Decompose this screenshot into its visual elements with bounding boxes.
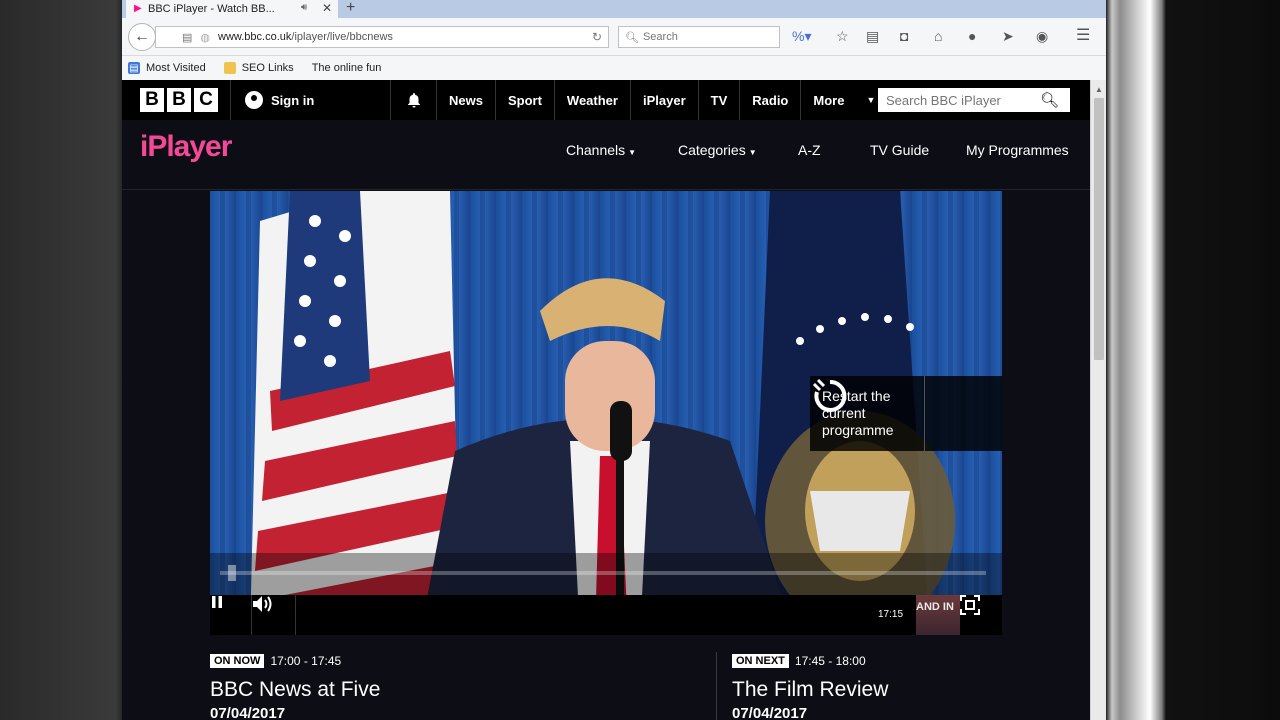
nav-categories[interactable]: Categories ▼ [678,142,757,158]
notifications-bell-icon[interactable] [390,80,436,120]
player-controls: 17:15 AND IN [210,595,1002,635]
tab-strip: ▶ BBC iPlayer - Watch BB... 🔊︎ ✕ + [122,0,1106,18]
fullscreen-button[interactable] [960,595,1002,635]
bookmark-seo-links[interactable]: SEO Links [223,62,294,74]
url-path: /iplayer/live/bbcnews [291,31,393,43]
browser-search-box[interactable]: 🔍︎ [618,26,780,48]
browser-search-input[interactable] [642,31,763,43]
back-button[interactable]: ← [128,23,156,51]
on-now-title[interactable]: BBC News at Five [210,678,380,702]
bbc-search-input[interactable] [878,92,1038,108]
url-domain: www.bbc.co.uk [218,31,292,43]
on-now-badge: ON NOW [210,653,265,668]
nav-more[interactable]: More ▼ [800,80,887,120]
iplayer-header: iPlayer Channels ▼ Categories ▼ A-Z TV Gui… [122,120,1090,190]
url-text: www.bbc.co.uk/iplayer/live/bbcnews [218,31,393,43]
new-tab-plus-icon[interactable]: + [346,0,355,17]
bookmark-star-icon[interactable]: ☆ [836,29,849,43]
search-icon: 🔍︎ [625,31,639,44]
url-bar[interactable]: ▤ ◍ www.bbc.co.uk/iplayer/live/bbcnews ↻ [155,26,609,48]
tab-title: BBC iPlayer - Watch BB... [148,3,275,15]
chevron-down-icon: ▼ [628,148,637,157]
back-arrow-icon: ← [134,28,150,45]
sign-in-button[interactable]: Sign in [230,80,390,120]
nav-channels[interactable]: Channels ▼ [566,142,636,158]
on-now-date: 07/04/2017 [210,705,286,720]
progress-track[interactable] [220,571,986,575]
on-now-panel[interactable]: ON NOW 17:00 - 17:45 BBC News at Five 07/… [210,652,380,720]
chevron-down-icon: ▼ [748,148,757,157]
current-time: 17:15 [878,609,904,620]
user-icon [245,91,263,109]
pocket-icon[interactable]: ◘ [900,29,908,43]
nav-sport[interactable]: Sport [494,80,554,120]
bbc-global-nav: B B C Sign in News Sport Weather iPlayer… [122,80,1090,120]
progress-handle[interactable] [227,565,236,581]
nav-tv-guide[interactable]: TV Guide [870,142,929,158]
bookmark-the-online-fun[interactable]: The online fun [312,62,382,74]
bbc-search-box[interactable]: 🔍︎ [878,88,1070,112]
folder-icon [223,62,236,74]
bookmarks-list-icon[interactable]: ▤ [866,29,879,43]
page-info-icon[interactable]: ▤ [182,31,192,44]
schedule-divider [716,652,717,720]
fullscreen-icon [960,595,980,615]
bookmarks-toolbar: ▤ Most Visited SEO Links The online fun [122,56,1106,80]
iplayer-favicon-icon: ▶ [134,3,142,14]
chevron-down-icon: ▼ [866,95,876,105]
volume-icon [253,596,272,612]
nav-news[interactable]: News [436,80,495,120]
volume-button[interactable] [252,595,296,635]
progress-bar[interactable] [210,553,1002,595]
nav-a-z[interactable]: A-Z [798,142,821,158]
restart-divider [924,376,925,451]
most-visited-icon: ▤ [128,62,140,74]
on-next-time: 17:45 - 18:00 [794,653,866,668]
tab-bbc-iplayer[interactable]: ▶ BBC iPlayer - Watch BB... 🔊︎ ✕ [126,0,338,18]
nav-tv[interactable]: TV [697,80,740,120]
search-icon[interactable]: 🔍︎ [1040,91,1059,109]
nav-iplayer[interactable]: iPlayer [629,80,698,120]
bbc-logo[interactable]: B B C [140,88,218,112]
restart-programme-button[interactable]: Restart the current programme [810,376,1002,451]
page-content: B B C Sign in News Sport Weather iPlayer… [122,80,1090,720]
send-icon[interactable]: ➤ [1002,29,1014,43]
close-icon[interactable]: ✕ [322,1,332,15]
scrollbar-thumb[interactable] [1094,98,1104,360]
nav-weather[interactable]: Weather [553,80,630,120]
on-now-time: 17:00 - 17:45 [270,653,342,668]
vertical-scrollbar[interactable]: ▲ [1090,80,1106,720]
on-next-date: 07/04/2017 [732,705,808,720]
menu-hamburger-icon[interactable]: ☰ [1076,28,1090,44]
speaker-icon[interactable]: 🔊︎ [301,2,307,13]
scroll-up-arrow-icon[interactable]: ▲ [1095,85,1103,94]
on-next-panel[interactable]: ON NEXT 17:45 - 18:00 The Film Review 07/… [732,652,888,720]
pause-button[interactable] [210,595,252,635]
chat-icon[interactable]: ● [968,29,976,43]
home-icon[interactable]: ⌂ [934,29,942,43]
navigation-toolbar: ▤ ◍ www.bbc.co.uk/iplayer/live/bbcnews ↻… [122,18,1106,56]
video-player[interactable]: Restart the current programme 17:15 AND [210,191,1002,635]
extension-icon[interactable]: ◉ [1036,29,1048,43]
on-next-badge: ON NEXT [732,653,789,668]
iplayer-logo[interactable]: iPlayer [140,130,232,164]
addon-icon[interactable]: %▾ [792,29,811,43]
reload-icon[interactable]: ↻ [592,30,602,44]
bookmark-most-visited[interactable]: ▤ Most Visited [128,62,206,74]
on-next-title[interactable]: The Film Review [732,678,888,702]
globe-icon: ◍ [200,31,211,44]
preview-thumbnail: AND IN [916,595,960,635]
browser-window: ▶ BBC iPlayer - Watch BB... 🔊︎ ✕ + ▤ ◍ w… [122,0,1106,720]
bbc-nav-links: News Sport Weather iPlayer TV Radio More… [436,80,887,120]
pause-icon [212,596,222,608]
nav-radio[interactable]: Radio [739,80,800,120]
nav-my-programmes[interactable]: My Programmes [966,142,1069,158]
